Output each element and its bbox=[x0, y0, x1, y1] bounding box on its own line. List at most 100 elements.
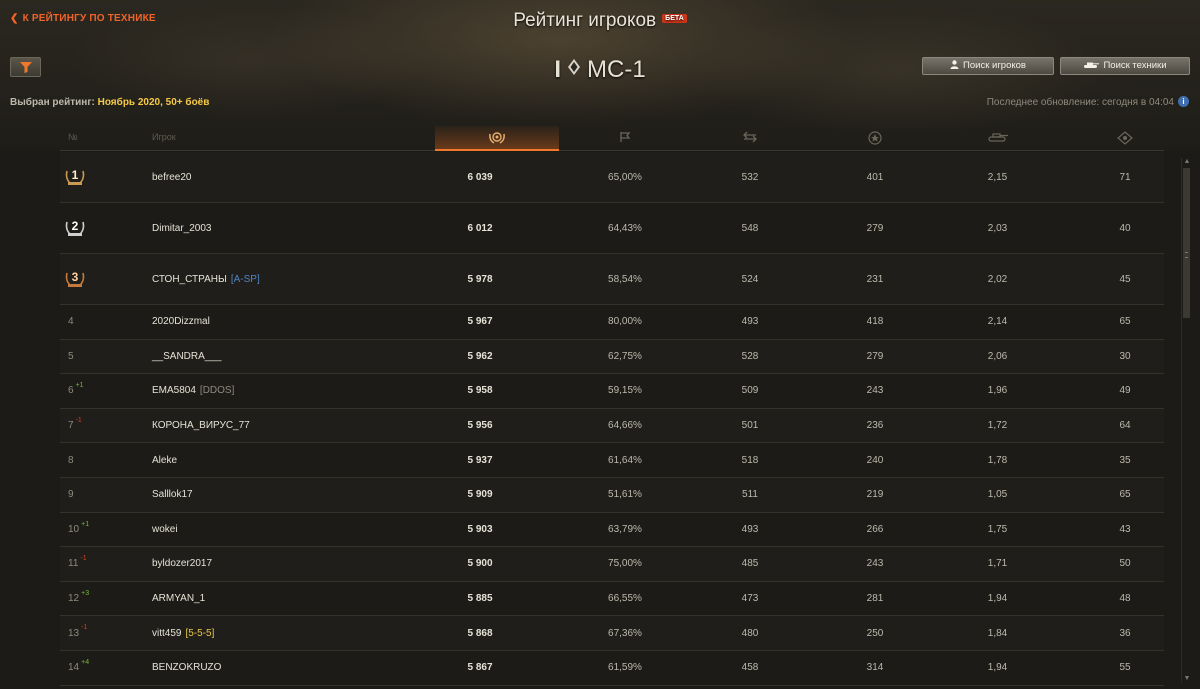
avg-xp-cell: 243 bbox=[866, 558, 884, 570]
player-name-cell[interactable]: СТОН_СТРАНЫ [A-SP] bbox=[152, 254, 452, 304]
column-spotted[interactable] bbox=[1065, 126, 1185, 151]
table-row[interactable]: 7 -1 КОРОНА_ВИРУС_77 5 956 64,66% 501 236 1,72 6… bbox=[60, 409, 1164, 444]
battles-count-cell: 524 bbox=[741, 273, 759, 285]
rank-number: 12 bbox=[68, 593, 80, 605]
spotted-count-cell: 40 bbox=[1119, 222, 1131, 234]
vehicle-name: МС-1 bbox=[587, 56, 646, 83]
rank-change-badge: -1 bbox=[81, 624, 88, 632]
player-name[interactable]: vitt459 bbox=[152, 628, 181, 639]
player-name-cell[interactable]: BENZOKRUZO bbox=[152, 651, 452, 685]
table-row[interactable]: 13 -1 vitt459 [5-5-5] 5 868 67,36% 480 250 1,84 3… bbox=[60, 616, 1164, 651]
player-name[interactable]: Dimitar_2003 bbox=[152, 223, 211, 234]
rank-number: 8 bbox=[68, 454, 74, 466]
player-name[interactable]: byldozer2017 bbox=[152, 558, 212, 569]
avg-xp-cell: 266 bbox=[866, 523, 884, 535]
rank-cell: 5 bbox=[60, 340, 130, 374]
scroll-up-arrow-icon[interactable]: ▲ bbox=[1183, 158, 1191, 166]
player-name-cell[interactable]: Salllok17 bbox=[152, 478, 452, 512]
kill-ratio-cell: 1,05 bbox=[987, 489, 1008, 501]
spotted-count-cell: 43 bbox=[1119, 523, 1131, 535]
table-row[interactable]: 12 +3 ARMYAN_1 5 885 66,55% 473 281 1,94 48 bbox=[60, 582, 1164, 617]
player-name[interactable]: EMA5804 bbox=[152, 385, 196, 396]
tank-kd-icon bbox=[987, 133, 1008, 142]
info-icon[interactable]: i bbox=[1178, 96, 1189, 107]
player-name-cell[interactable]: vitt459 [5-5-5] bbox=[152, 616, 452, 650]
player-name-cell[interactable]: befree20 bbox=[152, 152, 452, 202]
rank-change-badge: +1 bbox=[75, 382, 84, 390]
win-rate-cell: 59,15% bbox=[608, 385, 642, 397]
rating-score-cell: 5 885 bbox=[467, 593, 493, 605]
search-players-button[interactable]: Поиск игроков bbox=[922, 57, 1054, 75]
player-name-cell[interactable]: __SANDRA___ bbox=[152, 340, 452, 374]
scroll-down-arrow-icon[interactable]: ▼ bbox=[1183, 675, 1191, 683]
rank-medal: 3 bbox=[64, 269, 86, 289]
spotted-count-cell: 30 bbox=[1119, 350, 1131, 362]
star-xp-icon bbox=[868, 131, 882, 145]
table-row[interactable]: 3 СТОН_СТРАНЫ [A-SP] 5 978 58,54% 524 231 2,02 4… bbox=[60, 254, 1164, 305]
scrollbar[interactable]: ▲ ▼ bbox=[1181, 158, 1190, 683]
column-winrate[interactable] bbox=[565, 126, 685, 151]
player-name-cell[interactable]: КОРОНА_ВИРУС_77 bbox=[152, 409, 452, 443]
player-name[interactable]: 2020Dizzmal bbox=[152, 316, 210, 327]
kill-ratio-cell: 2,06 bbox=[987, 350, 1008, 362]
player-name[interactable]: befree20 bbox=[152, 172, 191, 183]
spotted-count-cell: 65 bbox=[1119, 316, 1131, 328]
player-name[interactable]: СТОН_СТРАНЫ bbox=[152, 274, 227, 285]
battles-count-cell: 528 bbox=[741, 350, 759, 362]
search-players-label: Поиск игроков bbox=[963, 60, 1026, 71]
column-player[interactable]: Игрок bbox=[152, 126, 176, 151]
spotted-count-cell: 45 bbox=[1119, 273, 1131, 285]
beta-badge: БЕТА bbox=[662, 14, 687, 23]
rank-cell: 7 -1 bbox=[60, 409, 130, 443]
player-name[interactable]: Aleke bbox=[152, 455, 177, 466]
player-name-cell[interactable]: Dimitar_2003 bbox=[152, 203, 452, 253]
clan-tag[interactable]: [DDOS] bbox=[200, 385, 234, 396]
table-row[interactable]: 11 -1 byldozer2017 5 900 75,00% 485 243 1,71 50 bbox=[60, 547, 1164, 582]
column-xp[interactable] bbox=[815, 126, 935, 151]
table-row[interactable]: 4 2020Dizzmal 5 967 80,00% 493 418 2,14 65 bbox=[60, 305, 1164, 340]
player-name-cell[interactable]: 2020Dizzmal bbox=[152, 305, 452, 339]
player-name-cell[interactable]: wokei bbox=[152, 513, 452, 547]
scroll-grip-icon bbox=[1185, 252, 1188, 258]
column-battles[interactable] bbox=[690, 126, 810, 151]
avg-xp-cell: 314 bbox=[866, 662, 884, 674]
column-rank[interactable]: № bbox=[68, 126, 78, 151]
rank-number: 14 bbox=[68, 662, 80, 674]
player-name-cell[interactable]: ARMYAN_1 bbox=[152, 582, 452, 616]
table-row[interactable]: 9 Salllok17 5 909 51,61% 511 219 1,05 65 bbox=[60, 478, 1164, 513]
player-name[interactable]: Salllok17 bbox=[152, 489, 193, 500]
rank-number: 9 bbox=[68, 489, 74, 501]
player-name[interactable]: wokei bbox=[152, 524, 178, 535]
player-name-cell[interactable]: byldozer2017 bbox=[152, 547, 452, 581]
player-name[interactable]: ARMYAN_1 bbox=[152, 593, 205, 604]
spotted-count-cell: 55 bbox=[1119, 662, 1131, 674]
table-row[interactable]: 2 Dimitar_2003 6 012 64,43% 548 279 2,03 40 bbox=[60, 203, 1164, 254]
search-vehicles-button[interactable]: Поиск техники bbox=[1060, 57, 1190, 75]
clan-tag[interactable]: [A-SP] bbox=[231, 274, 260, 285]
rating-score-cell: 5 903 bbox=[467, 523, 493, 535]
column-rating[interactable] bbox=[435, 126, 559, 151]
table-row[interactable]: 6 +1 EMA5804 [DDOS] 5 958 59,15% 509 243 1,96 49 bbox=[60, 374, 1164, 409]
scroll-thumb[interactable] bbox=[1183, 168, 1190, 318]
rank-change-badge: +3 bbox=[81, 589, 90, 597]
avg-xp-cell: 279 bbox=[866, 222, 884, 234]
column-kd[interactable] bbox=[935, 126, 1060, 151]
player-name-cell[interactable]: Aleke bbox=[152, 443, 452, 477]
player-name[interactable]: КОРОНА_ВИРУС_77 bbox=[152, 420, 250, 431]
selected-rating-value[interactable]: Ноябрь 2020, 50+ боёв bbox=[98, 97, 210, 108]
rank-medal: 2 bbox=[64, 218, 86, 238]
battles-icon bbox=[743, 131, 757, 143]
table-row[interactable]: 10 +1 wokei 5 903 63,79% 493 266 1,75 43 bbox=[60, 513, 1164, 548]
table-row[interactable]: 8 Aleke 5 937 61,64% 518 240 1,78 35 bbox=[60, 443, 1164, 478]
spotted-icon bbox=[1117, 131, 1133, 145]
rank-cell: 13 -1 bbox=[60, 616, 130, 650]
player-name[interactable]: BENZOKRUZO bbox=[152, 662, 221, 673]
battles-count-cell: 480 bbox=[741, 627, 759, 639]
rank-number: 3 bbox=[71, 270, 79, 284]
player-name[interactable]: __SANDRA___ bbox=[152, 351, 221, 362]
table-row[interactable]: 1 befree20 6 039 65,00% 532 401 2,15 71 bbox=[60, 152, 1164, 203]
clan-tag[interactable]: [5-5-5] bbox=[185, 628, 214, 639]
table-row[interactable]: 5 __SANDRA___ 5 962 62,75% 528 279 2,06 30 bbox=[60, 340, 1164, 375]
player-name-cell[interactable]: EMA5804 [DDOS] bbox=[152, 374, 452, 408]
table-row[interactable]: 14 +4 BENZOKRUZO 5 867 61,59% 458 314 1,94 55 bbox=[60, 651, 1164, 686]
